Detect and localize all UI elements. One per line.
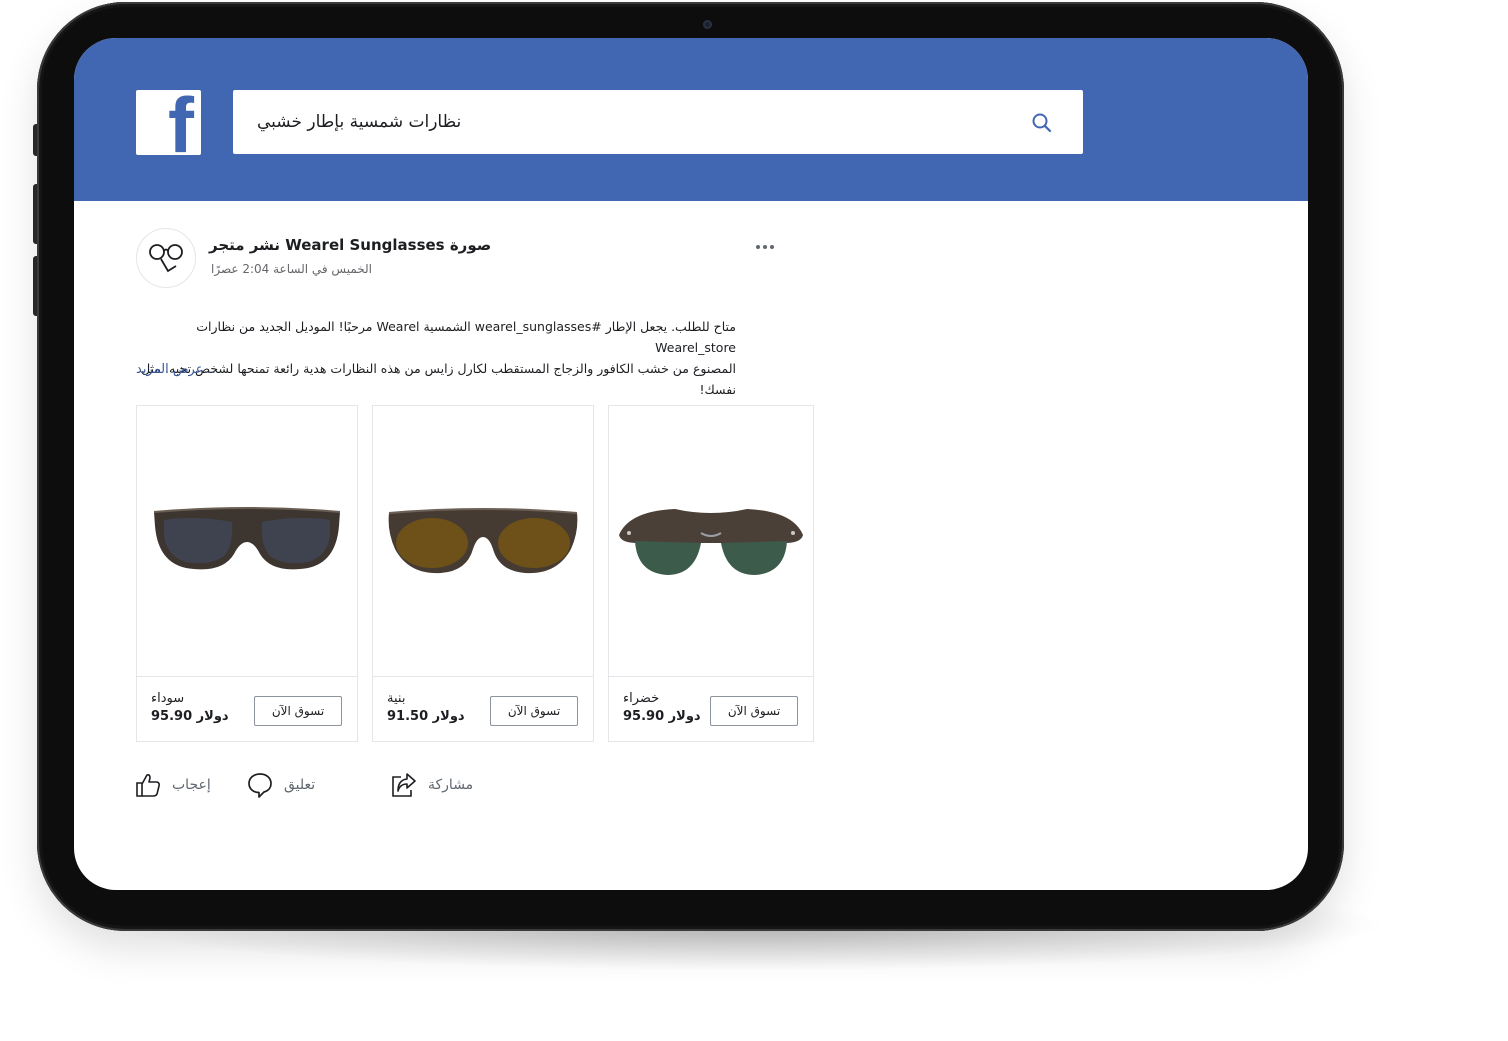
sunglasses-image-green <box>619 509 803 575</box>
product-image[interactable] <box>373 406 593 677</box>
share-label: مشاركة <box>428 777 474 793</box>
like-icon <box>136 774 161 797</box>
product-name: خضراء <box>623 691 660 706</box>
shop-now-button[interactable]: تسوق الآن <box>710 696 798 726</box>
sunglasses-image-black <box>153 507 341 570</box>
sunglasses-image-brown <box>388 508 578 574</box>
post-body-line: المصنوع من خشب الكافور والزجاج المستقطب … <box>141 361 736 397</box>
product-image[interactable] <box>137 406 357 677</box>
product-card[interactable]: سوداء 95.90 دولار تسوق الآن <box>136 405 358 742</box>
product-price: 91.50 دولار <box>387 709 465 724</box>
product-card[interactable]: خضراء 95.90 دولار تسوق الآن <box>608 405 814 742</box>
search-icon[interactable] <box>1031 112 1053 134</box>
like-button[interactable]: إعجاب <box>134 771 211 799</box>
like-label: إعجاب <box>172 777 211 793</box>
product-card[interactable]: بنية 91.50 دولار تسوق الآن <box>372 405 594 742</box>
product-name: بنية <box>387 691 406 706</box>
comment-button[interactable]: تعليق <box>246 771 315 799</box>
post-timestamp[interactable]: الخميس في الساعة 2:04 عصرًا <box>211 262 372 276</box>
comment-label: تعليق <box>284 777 316 793</box>
front-camera <box>703 20 712 29</box>
product-price: 95.90 دولار <box>151 709 229 724</box>
facebook-header: f نظارات شمسية بإطار خشبي <box>74 38 1308 201</box>
comment-icon <box>248 773 272 798</box>
post-body-line: متاح للطلب. يجعل الإطار #wearel_sunglass… <box>196 319 736 355</box>
shop-now-button[interactable]: تسوق الآن <box>254 696 342 726</box>
facebook-logo-icon[interactable]: f <box>136 90 201 155</box>
search-bar[interactable]: نظارات شمسية بإطار خشبي <box>233 90 1083 154</box>
shop-now-button[interactable]: تسوق الآن <box>490 696 578 726</box>
search-input[interactable]: نظارات شمسية بإطار خشبي <box>257 90 1017 154</box>
product-name: سوداء <box>151 691 185 706</box>
tablet-screen: f نظارات شمسية بإطار خشبي نشر متجر Weare… <box>74 38 1308 890</box>
glasses-avatar-icon <box>149 244 183 273</box>
post-body: متاح للطلب. يجعل الإطار #wearel_sunglass… <box>136 316 736 400</box>
share-button[interactable]: مشاركة <box>390 771 473 799</box>
product-image[interactable] <box>609 406 813 677</box>
post-title[interactable]: نشر متجر Wearel Sunglasses صورة <box>209 236 491 254</box>
share-icon <box>392 773 416 797</box>
avatar[interactable] <box>136 228 196 288</box>
product-price: 95.90 دولار <box>623 709 701 724</box>
more-dots-icon[interactable] <box>756 234 780 249</box>
see-more-link[interactable]: عرض المزيد... <box>136 362 216 377</box>
